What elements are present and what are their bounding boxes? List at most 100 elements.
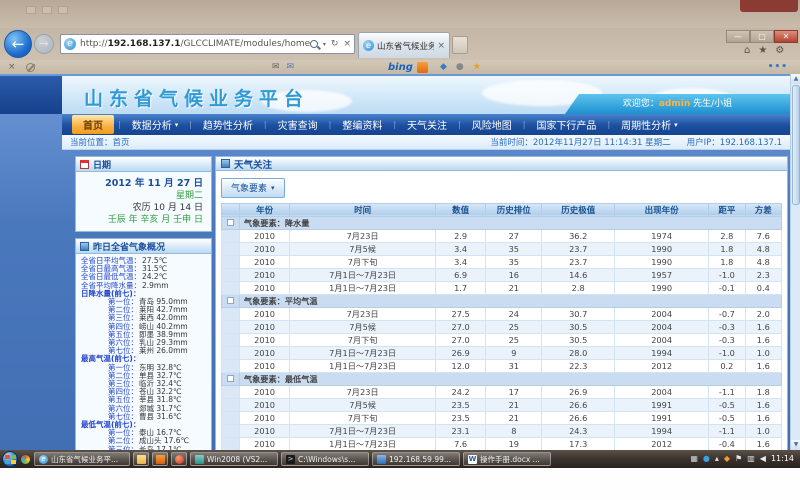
tab-close-icon[interactable]: × xyxy=(437,41,445,51)
table-cell: -0.1 xyxy=(709,281,745,294)
nav-item-5[interactable]: 天气关注 xyxy=(396,115,458,134)
page-scrollbar[interactable]: ▲ ▼ xyxy=(790,74,800,450)
nav-item-0[interactable]: 首页 xyxy=(72,115,114,134)
tray-messenger-icon[interactable]: ● xyxy=(703,451,710,467)
tray-volume-icon[interactable]: ◀ xyxy=(760,451,766,467)
back-icon: ← xyxy=(12,35,25,53)
ie-icon: e xyxy=(39,455,48,464)
browser-tab[interactable]: e 山东省气候业务平... × xyxy=(358,32,450,58)
toolbar-app-icon-2[interactable]: ★ xyxy=(473,62,481,72)
window-titlebar xyxy=(0,0,800,28)
weather-data-table: 年份时间数值历史排位历史极值出现年份距平方差 气象要素：降水量20107月23日… xyxy=(221,203,782,451)
new-tab-button[interactable] xyxy=(452,36,468,54)
table-cell: 2010 xyxy=(239,424,289,437)
address-bar[interactable]: e http://192.168.137.1/GLCCLIMATE/module… xyxy=(60,34,355,54)
clock[interactable]: 11:14 xyxy=(771,451,794,467)
table-cell: 0.2 xyxy=(709,359,745,372)
table-cell: 35 xyxy=(486,255,542,268)
table-group-row: 气象要素：平均气温 xyxy=(222,294,782,307)
table-cell: 1994 xyxy=(615,346,709,359)
checkbox[interactable] xyxy=(227,219,234,226)
row-gutter-cell xyxy=(222,385,240,398)
scrollbar-down-icon[interactable]: ▼ xyxy=(791,440,800,450)
mail-icon-2[interactable]: ✉ xyxy=(287,62,295,72)
forward-button[interactable]: → xyxy=(34,34,54,54)
nav-item-label: 首页 xyxy=(83,117,103,132)
tray-grid-icon[interactable]: ▦ xyxy=(690,451,698,467)
nav-item-label: 风险地图 xyxy=(472,117,512,132)
window-minimize-button[interactable]: — xyxy=(726,30,750,43)
toolbar-overflow-icon[interactable]: ••• xyxy=(768,62,788,72)
table-cell: 9 xyxy=(486,346,542,359)
scrollbar-thumb[interactable] xyxy=(792,85,800,205)
table-cell: 1.0 xyxy=(745,346,781,359)
table-cell: 1974 xyxy=(615,229,709,242)
search-icon[interactable] xyxy=(310,40,318,48)
table-cell: -0.4 xyxy=(709,437,745,450)
table-cell: 12.0 xyxy=(435,359,485,372)
taskbar-red-button[interactable] xyxy=(171,452,187,466)
nav-item-7[interactable]: 国家下行产品 xyxy=(525,115,607,134)
favorites-star-icon[interactable]: ★ xyxy=(758,45,767,56)
window-maximize-button[interactable]: ▢ xyxy=(750,30,774,43)
checkbox[interactable] xyxy=(227,297,234,304)
nav-item-6[interactable]: 风险地图 xyxy=(461,115,523,134)
blocked-content-icon[interactable] xyxy=(26,63,35,72)
bing-logo[interactable]: bing xyxy=(388,62,413,73)
table-row: 20107月23日27.52430.72004-0.72.0 xyxy=(222,307,782,320)
taskbar-app-button-2[interactable]: 192.168.59.99... xyxy=(372,452,460,466)
nav-item-8[interactable]: 周期性分析▾ xyxy=(610,115,689,134)
table-cell: 2012 xyxy=(615,437,709,450)
table-cell: 23.1 xyxy=(435,424,485,437)
system-tray: ▦ ● ▴ ◆ ⚑ ▥ ◀ 11:14 xyxy=(690,451,800,467)
home-icon[interactable]: ⌂ xyxy=(744,45,750,56)
window-close-button[interactable]: ✕ xyxy=(774,30,798,43)
tray-flag-icon[interactable]: ⚑ xyxy=(735,451,742,467)
taskbar-button-label: 192.168.59.99... xyxy=(389,455,451,464)
settings-gear-icon[interactable]: ⚙ xyxy=(775,45,784,56)
refresh-icon[interactable]: ↻ xyxy=(331,39,339,49)
group-checkbox-cell xyxy=(222,216,240,229)
tray-cloud-icon[interactable]: ◆ xyxy=(724,451,730,467)
red-icon xyxy=(175,455,184,464)
element-filter-button[interactable]: 气象要素▾ xyxy=(221,178,285,198)
stop-icon[interactable]: × xyxy=(343,39,351,49)
background-close-button xyxy=(740,0,798,12)
table-cell: 35 xyxy=(486,242,542,255)
taskbar-app-button-3[interactable]: W操作手册.docx ... xyxy=(463,452,551,466)
taskbar-pinned-icon[interactable] xyxy=(21,455,30,464)
mail-icon[interactable]: ✉ xyxy=(272,62,280,72)
taskbar-button-label: 操作手册.docx ... xyxy=(480,454,540,465)
search-dropdown-icon[interactable]: ▾ xyxy=(323,41,326,48)
table-group-row: 气象要素：最低气温 xyxy=(222,372,782,385)
orange-app-icon[interactable] xyxy=(417,62,428,73)
table-cell: 2010 xyxy=(239,281,289,294)
url-text[interactable]: http://192.168.137.1/GLCCLIMATE/modules/… xyxy=(80,39,310,49)
folder-icon xyxy=(137,455,146,464)
nav-item-4[interactable]: 整编资料 xyxy=(331,115,393,134)
taskbar-orange-button[interactable] xyxy=(152,452,168,466)
start-button[interactable] xyxy=(2,451,18,467)
toolbar-close-icon[interactable]: × xyxy=(8,62,16,72)
table-cell: 1.8 xyxy=(709,255,745,268)
table-cell: 23.5 xyxy=(435,398,485,411)
desktop: { "browser": { "url_prefix": "http://", … xyxy=(0,0,800,500)
scrollbar-up-icon[interactable]: ▲ xyxy=(791,74,800,84)
tray-show-hidden-icon[interactable]: ▴ xyxy=(715,451,719,467)
nav-item-3[interactable]: 灾害查询 xyxy=(267,115,329,134)
checkbox[interactable] xyxy=(227,375,234,382)
toolbar-app-icon-1[interactable]: ● xyxy=(456,62,464,72)
taskbar-app-button-0[interactable]: Win2008 (VS2... xyxy=(190,452,278,466)
chevron-down-icon: ▾ xyxy=(674,121,678,129)
table-cell: 23.7 xyxy=(542,255,615,268)
taskbar-app-button-1[interactable]: >C:\Windows\s... xyxy=(281,452,369,466)
back-button[interactable]: ← xyxy=(4,30,32,58)
table-cell: 7月5候 xyxy=(290,242,436,255)
nav-item-2[interactable]: 趋势性分析 xyxy=(192,115,264,134)
nav-item-1[interactable]: 数据分析▾ xyxy=(121,115,190,134)
taskbar-folder-button[interactable] xyxy=(133,452,149,466)
toolbar-app-icon-0[interactable]: ◆ xyxy=(440,62,447,72)
tray-display-icon[interactable]: ▥ xyxy=(747,451,755,467)
taskbar-ie-button[interactable]: e 山东省气候业务平... xyxy=(34,452,130,466)
table-cell: 2010 xyxy=(239,437,289,450)
